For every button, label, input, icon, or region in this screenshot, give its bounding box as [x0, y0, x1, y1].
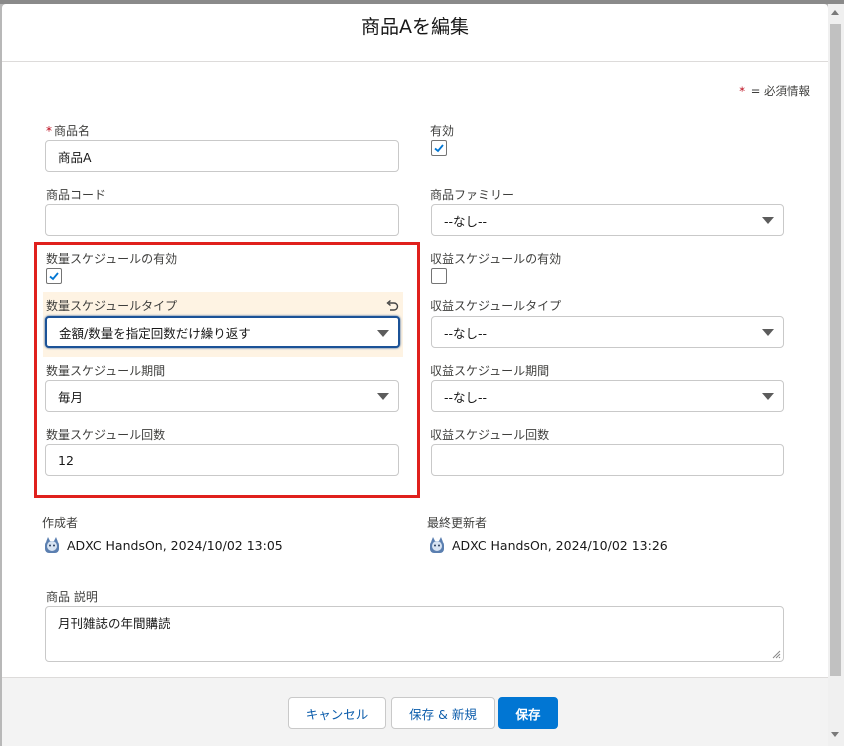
product-code-label: 商品コード — [46, 188, 107, 202]
product-name-label-text: 商品名 — [54, 124, 91, 138]
scrollbar-thumb[interactable] — [830, 24, 841, 676]
modal-title: 商品Aを編集 — [361, 16, 469, 39]
rev-schedule-count-input[interactable] — [431, 444, 784, 476]
created-by-value: ADXC HandsOn, 2024/10/02 13:05 — [42, 535, 283, 555]
modified-by-timestamp: , 2024/10/02 13:26 — [547, 537, 668, 553]
rev-schedule-period-value: --なし-- — [444, 389, 488, 405]
modified-by-label: 最終更新者 — [427, 516, 488, 530]
rev-schedule-count-label: 収益スケジュール回数 — [430, 428, 550, 442]
rev-schedule-enabled-label: 収益スケジュールの有効 — [430, 252, 562, 266]
modified-by-user-link[interactable]: ADXC HandsOn — [452, 538, 548, 553]
save-button[interactable]: 保存 — [498, 697, 558, 729]
rev-schedule-type-label: 収益スケジュールタイプ — [430, 299, 562, 313]
description-textarea[interactable]: 月刊雑誌の年間購読 — [45, 606, 784, 662]
checkmark-icon — [434, 144, 444, 153]
description-text: 月刊雑誌の年間購読 — [58, 616, 171, 631]
description-label: 商品 説明 — [46, 590, 98, 604]
annotation-highlight-box — [34, 242, 420, 498]
dropdown-arrow-icon — [762, 217, 774, 224]
active-label: 有効 — [430, 124, 455, 138]
required-asterisk: * — [739, 84, 746, 98]
rev-schedule-period-select[interactable]: --なし-- — [431, 380, 784, 412]
dropdown-arrow-icon — [762, 329, 774, 336]
rev-schedule-enabled-checkbox[interactable] — [431, 268, 447, 284]
cancel-button[interactable]: キャンセル — [288, 697, 386, 729]
product-family-label: 商品ファミリー — [430, 188, 515, 202]
dropdown-arrow-icon — [762, 393, 774, 400]
modal-footer: キャンセル 保存 & 新規 保存 — [2, 677, 828, 746]
required-legend-text: = 必須情報 — [750, 84, 810, 98]
scroll-up-icon[interactable] — [831, 10, 839, 15]
resize-handle-icon[interactable] — [772, 650, 781, 659]
created-by-user-link[interactable]: ADXC HandsOn — [67, 538, 163, 553]
edit-product-modal: 商品Aを編集 * = 必須情報 * 商品名 商品A 有効 商品コード 商品ファミリ… — [2, 4, 828, 746]
active-checkbox[interactable] — [431, 140, 447, 156]
user-avatar-icon — [430, 537, 444, 553]
product-family-select[interactable]: --なし-- — [431, 204, 784, 236]
modified-by-value: ADXC HandsOn, 2024/10/02 13:26 — [427, 535, 668, 555]
modal-header: 商品Aを編集 — [2, 4, 828, 62]
product-code-input[interactable] — [45, 204, 399, 236]
product-name-input[interactable]: 商品A — [45, 140, 399, 172]
created-by-label: 作成者 — [42, 516, 79, 530]
user-avatar-icon — [45, 537, 59, 553]
rev-schedule-type-value: --なし-- — [444, 325, 488, 341]
rev-schedule-type-select[interactable]: --なし-- — [431, 316, 784, 348]
created-by-timestamp: , 2024/10/02 13:05 — [162, 537, 283, 553]
product-name-label: * 商品名 — [46, 122, 90, 139]
product-family-value: --なし-- — [444, 213, 488, 229]
rev-schedule-period-label: 収益スケジュール期間 — [430, 364, 550, 378]
scroll-down-icon[interactable] — [831, 732, 839, 737]
save-and-new-button[interactable]: 保存 & 新規 — [391, 697, 495, 729]
required-legend: * = 必須情報 — [739, 83, 810, 99]
required-asterisk: * — [46, 124, 52, 138]
